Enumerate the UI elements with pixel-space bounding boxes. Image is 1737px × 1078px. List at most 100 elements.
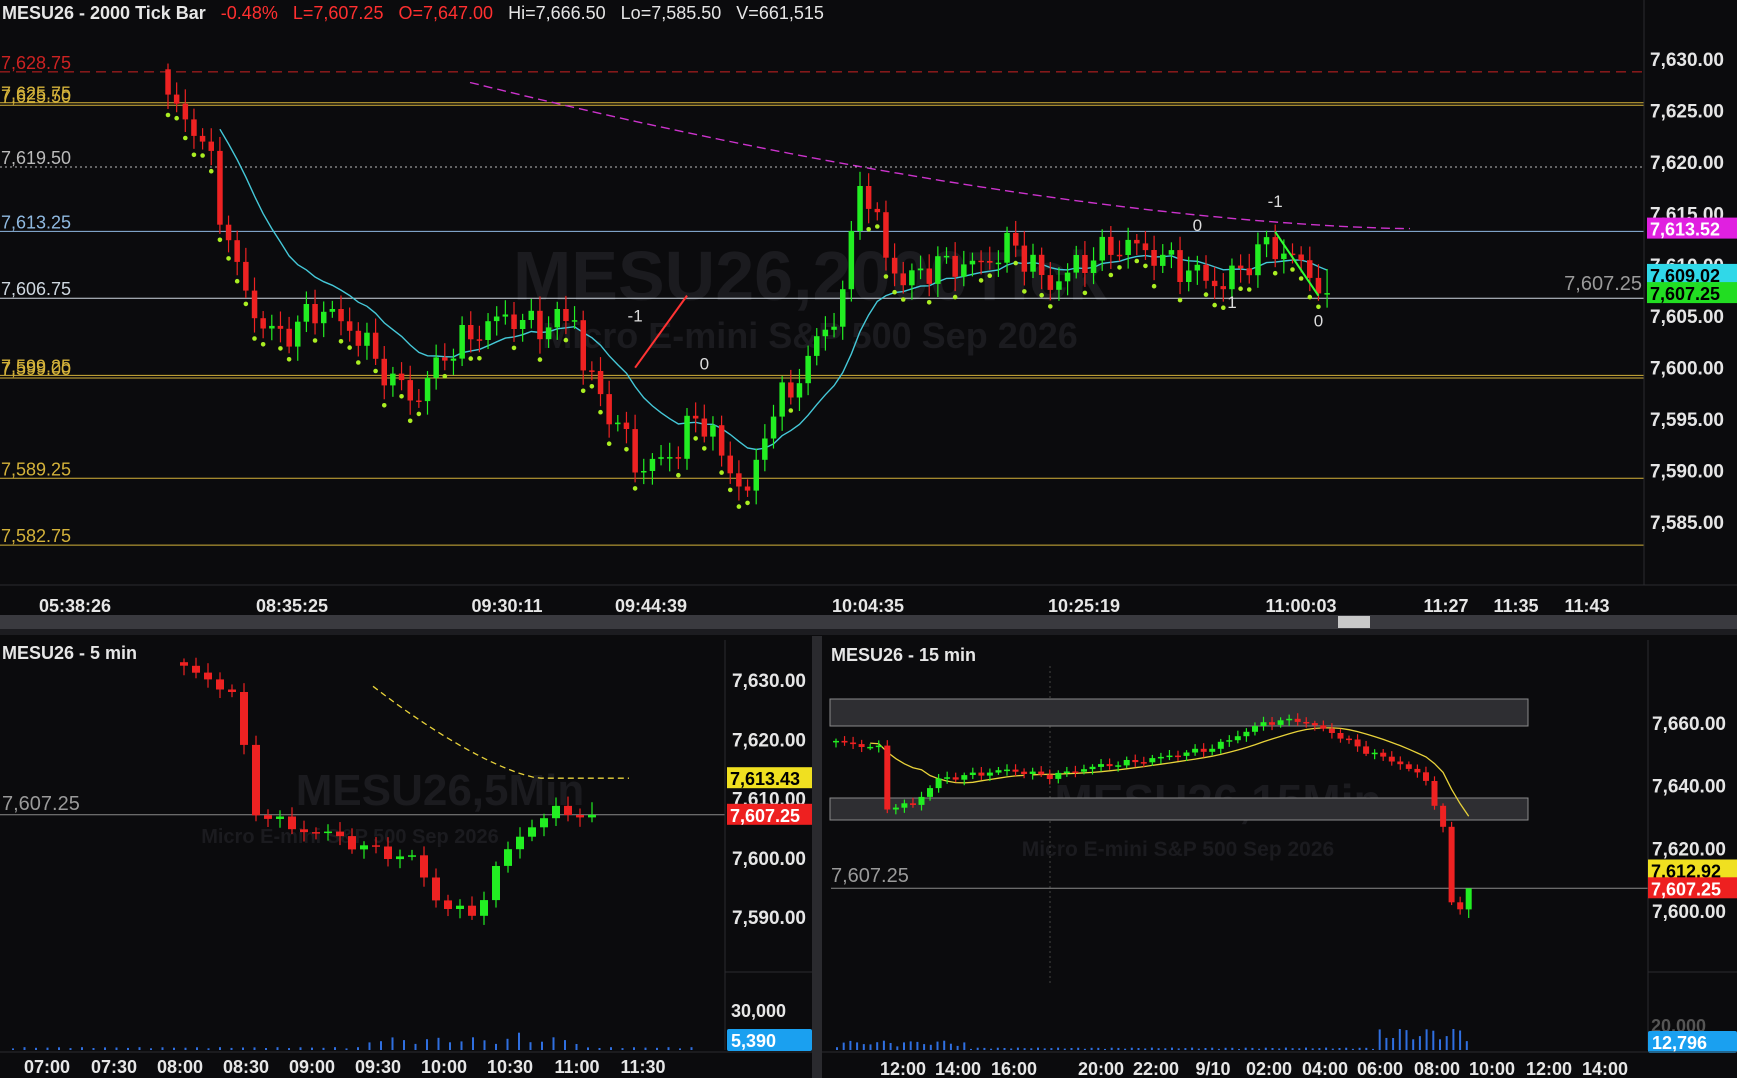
fifteen-minute-candle-body[interactable] (1303, 722, 1310, 724)
five-minute-candle-body[interactable] (300, 829, 308, 833)
five-minute-candle-body[interactable] (228, 689, 236, 693)
tick-chart-candle-body[interactable] (364, 332, 370, 346)
tick-chart-candle-body[interactable] (1168, 250, 1175, 255)
tick-chart-candle-body[interactable] (1307, 260, 1313, 278)
five-minute-candle-body[interactable] (444, 900, 452, 909)
five-minute-candle-body[interactable] (420, 855, 428, 878)
tick-chart-candle-body[interactable] (398, 373, 405, 381)
fifteen-minute-candle-body[interactable] (978, 772, 985, 776)
tick-chart-candle-body[interactable] (1272, 237, 1279, 260)
fifteen-minute-candle-body[interactable] (1217, 741, 1224, 749)
tick-chart-candle-body[interactable] (554, 309, 561, 328)
fifteen-minute-candle-body[interactable] (1252, 726, 1258, 732)
tick-chart-candle-body[interactable] (243, 261, 249, 291)
fifteen-minute-candle-body[interactable] (1346, 738, 1352, 741)
tick-chart-scrollbar-thumb[interactable] (1338, 616, 1370, 628)
fifteen-minute-candle-body[interactable] (884, 745, 891, 810)
five-minute-candle-body[interactable] (192, 665, 200, 673)
tick-chart-candle-body[interactable] (545, 327, 552, 340)
five-minute-candle-body[interactable] (492, 866, 500, 901)
fifteen-minute-candle-body[interactable] (1371, 752, 1378, 755)
fifteen-minute-candle-body[interactable] (1328, 728, 1335, 733)
five-minute-candle-body[interactable] (480, 900, 488, 916)
tick-chart-candle-body[interactable] (814, 336, 820, 356)
fifteen-minute-candle-body[interactable] (986, 772, 993, 776)
tick-chart-candle-body[interactable] (684, 415, 690, 459)
fifteen-minute-candle-body[interactable] (1423, 772, 1429, 781)
fifteen-minute-candle-body[interactable] (1046, 774, 1053, 779)
tick-chart-scrollbar-track[interactable] (0, 615, 1737, 629)
fifteen-minute-candle-body[interactable] (1414, 768, 1421, 773)
five-minute-candle-body[interactable] (540, 818, 548, 828)
tick-chart-candle-body[interactable] (744, 486, 751, 491)
fifteen-minute-candle-body[interactable] (1226, 740, 1233, 742)
tick-chart-candle-body[interactable] (641, 471, 647, 473)
tick-chart-candle-body[interactable] (580, 320, 587, 371)
fifteen-minute-candle-body[interactable] (935, 778, 942, 789)
fifteen-minute-candle-body[interactable] (1286, 718, 1293, 721)
fifteen-minute-candle-body[interactable] (1260, 722, 1267, 726)
five-minute-candle-body[interactable] (348, 836, 356, 850)
tick-chart-candle-body[interactable] (1203, 264, 1209, 281)
tick-chart-candle-body[interactable] (312, 304, 318, 324)
fifteen-minute-candle-body[interactable] (858, 744, 865, 747)
tick-chart-candle-body[interactable] (710, 425, 716, 437)
five-minute-candle-body[interactable] (312, 832, 320, 834)
tick-chart-candle-body[interactable] (969, 260, 976, 265)
tick-chart-candle-body[interactable] (234, 240, 240, 262)
five-minute-candle-body[interactable] (564, 805, 572, 815)
five-minute-candle-body[interactable] (432, 877, 440, 901)
five-minute-candle-body[interactable] (384, 846, 392, 860)
tick-chart-candle-body[interactable] (978, 260, 984, 263)
tick-chart-candle-body[interactable] (718, 425, 725, 456)
tick-chart-candle-body[interactable] (667, 457, 673, 459)
tick-chart-candle-body[interactable] (1038, 254, 1045, 275)
tick-chart-candle-body[interactable] (1281, 253, 1287, 260)
fifteen-minute-candle-body[interactable] (867, 746, 874, 749)
tick-chart-candle-body[interactable] (1246, 268, 1253, 276)
tick-chart-candle-body[interactable] (1125, 239, 1131, 255)
tick-chart-candle-body[interactable] (883, 212, 889, 258)
fifteen-minute-candle-body[interactable] (1072, 771, 1079, 774)
fifteen-minute-candle-body[interactable] (1457, 902, 1464, 910)
fifteen-minute-candle-body[interactable] (1405, 764, 1412, 769)
five-minute-candle-body[interactable] (276, 816, 284, 820)
fifteen-minute-candle-body[interactable] (1115, 765, 1122, 767)
tick-chart-candle-body[interactable] (891, 257, 898, 274)
tick-chart-candle-body[interactable] (1013, 232, 1019, 246)
fifteen-minute-candle-body[interactable] (1063, 771, 1070, 774)
tick-chart-candle-body[interactable] (1220, 286, 1227, 290)
tick-chart-candle-body[interactable] (321, 311, 327, 324)
tick-chart-candle-body[interactable] (649, 458, 656, 471)
tick-chart-candle-body[interactable] (1090, 260, 1097, 274)
tick-chart-candle-body[interactable] (346, 321, 353, 331)
five-minute-candle-body[interactable] (504, 849, 512, 866)
five-minute-candle-body[interactable] (180, 662, 188, 666)
fifteen-minute-candle-body[interactable] (833, 740, 839, 743)
fifteen-minute-candle-body[interactable] (901, 803, 908, 808)
fifteen-minute-candle-body[interactable] (1012, 769, 1019, 772)
tick-chart-candle-body[interactable] (468, 325, 474, 340)
fifteen-minute-candle-body[interactable] (1089, 766, 1096, 770)
fifteen-minute-candle-body[interactable] (910, 803, 916, 805)
fifteen-minute-candle-body[interactable] (1183, 752, 1190, 756)
tick-chart-candle-body[interactable] (571, 320, 578, 322)
fifteen-minute-candle-body[interactable] (1175, 755, 1181, 758)
tick-chart-candle-body[interactable] (952, 255, 958, 277)
tick-chart-candle-body[interactable] (1099, 236, 1106, 261)
tick-chart-candle-body[interactable] (753, 459, 760, 491)
tick-chart-candle-body[interactable] (874, 208, 881, 213)
tick-chart-candle-body[interactable] (1108, 236, 1114, 255)
panel-divider[interactable] (0, 629, 1737, 635)
fifteen-minute-candle-body[interactable] (875, 745, 882, 748)
five-minute-chart-panel[interactable]: MESU26,5Min Micro E-mini S&P 500 Sep 202… (0, 636, 812, 1078)
tick-chart-candle-body[interactable] (390, 373, 396, 386)
tick-chart-candle-body[interactable] (459, 325, 465, 359)
five-minute-candle-body[interactable] (240, 692, 248, 745)
tick-chart-candle-body[interactable] (615, 422, 621, 425)
fifteen-minute-candle-body[interactable] (1440, 805, 1447, 827)
five-minute-candle-body[interactable] (396, 856, 404, 860)
tick-chart-candle-body[interactable] (1064, 272, 1071, 282)
fifteen-minute-candle-body[interactable] (1234, 736, 1241, 741)
tick-chart-candle-body[interactable] (537, 310, 543, 340)
